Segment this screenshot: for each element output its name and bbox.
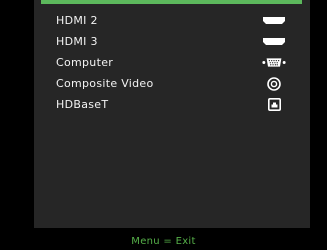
source-menu-panel: HDMI 2 HDMI 3 Computer Composite Video H… — [34, 0, 310, 250]
source-item-hdmi-3[interactable]: HDMI 3 — [34, 31, 310, 52]
source-item-label: Composite Video — [56, 77, 154, 90]
source-item-label: HDBaseT — [56, 98, 109, 111]
hdmi-port-icon — [262, 13, 286, 28]
rj45-port-icon — [262, 97, 286, 112]
vga-port-icon — [262, 55, 286, 70]
exit-hint: Menu = Exit — [131, 236, 196, 247]
source-item-label: HDMI 2 — [56, 14, 98, 27]
source-item-hdmi-2[interactable]: HDMI 2 — [34, 10, 310, 31]
hdmi-port-icon — [262, 34, 286, 49]
source-item-label: Computer — [56, 56, 114, 69]
selection-highlight-bar — [41, 0, 302, 4]
source-list: HDMI 2 HDMI 3 Computer Composite Video H… — [34, 10, 310, 115]
source-item-label: HDMI 3 — [56, 35, 98, 48]
footer-bar: Menu = Exit — [0, 228, 327, 250]
source-item-hdbaset[interactable]: HDBaseT — [34, 94, 310, 115]
source-item-computer[interactable]: Computer — [34, 52, 310, 73]
source-item-composite-video[interactable]: Composite Video — [34, 73, 310, 94]
rca-jack-icon — [262, 76, 286, 91]
